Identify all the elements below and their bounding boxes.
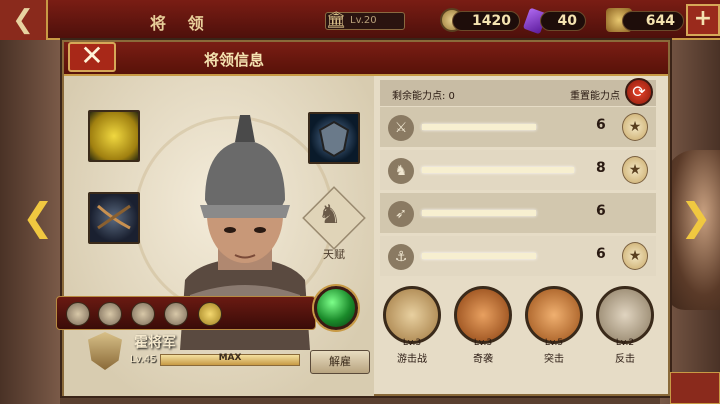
page-title: 将 领 — [150, 14, 212, 33]
stat-bar — [422, 124, 536, 130]
equipment-slot-medal[interactable] — [88, 110, 140, 162]
stat-row: ⚓ 6 ★ — [380, 236, 656, 276]
reset-points-label: 重置能力点 — [570, 91, 620, 102]
equipment-slot-crossbow[interactable] — [88, 192, 140, 244]
gem-slot-1[interactable] — [66, 302, 90, 326]
panel-header: ✕ 将领信息 — [64, 42, 668, 76]
exp-label: MAX — [218, 353, 242, 363]
stat-bar — [422, 253, 536, 259]
remaining-points: 剩余能力点: 0 — [392, 91, 455, 102]
stat-row: ➶ 6 — [380, 193, 656, 233]
crossbow-icon — [97, 204, 131, 230]
stat-value: 6 — [596, 117, 606, 133]
talent-label: 天赋 — [323, 248, 345, 261]
horse-icon: ♞ — [388, 158, 414, 184]
horse-head-icon: ♞ — [318, 200, 342, 230]
panel-title: 将领信息 — [204, 51, 265, 69]
skill-name: 游击战 — [397, 354, 427, 365]
skill-level: Lv.5 — [544, 338, 564, 348]
skill-level: Lv.3 — [473, 338, 493, 348]
skill-name: 突击 — [544, 354, 564, 365]
top-bar: ❮ 将 领 Lv.20 🏛 1420 40 644 + — [0, 0, 720, 40]
lock-icon[interactable] — [198, 302, 222, 326]
reset-points-button[interactable]: ⟳ — [625, 78, 653, 106]
refresh-icon: ⟳ — [632, 82, 646, 101]
stat-value: 6 — [596, 203, 606, 219]
skill-name: 反击 — [615, 354, 635, 365]
gem-slot-3[interactable] — [131, 302, 155, 326]
food-amount: 644 — [622, 11, 684, 31]
silver-amount: 1420 — [452, 11, 520, 31]
shield-icon — [318, 120, 350, 158]
anchor-icon: ⚓ — [388, 244, 414, 270]
building-icon: 🏛 — [326, 10, 347, 29]
skill-level: Lv.3 — [402, 338, 422, 348]
star-upgrade-icon[interactable]: ★ — [622, 242, 648, 270]
gem-slot-2[interactable] — [98, 302, 122, 326]
skill-icon[interactable] — [596, 286, 654, 344]
equipment-slot-shield[interactable] — [308, 112, 360, 164]
close-button[interactable]: ✕ — [68, 42, 116, 72]
skill-level: Lv.2 — [615, 338, 635, 348]
star-upgrade-icon[interactable]: ★ — [622, 113, 648, 141]
general-name: 霍将军 — [134, 335, 176, 351]
general-level: Lv.45 — [130, 354, 157, 365]
stat-bar — [422, 167, 574, 173]
dismiss-button[interactable]: 解雇 — [310, 350, 370, 374]
sword-icon: ⚔ — [388, 115, 414, 141]
stat-bar — [422, 210, 536, 216]
stat-row: ♞ 8 ★ — [380, 150, 656, 190]
stat-value: 8 — [596, 160, 606, 176]
back-button[interactable]: ❮ — [0, 0, 48, 40]
gem-amount: 40 — [540, 11, 586, 31]
stat-row: ⚔ 6 ★ — [380, 107, 656, 147]
green-gem-icon[interactable] — [314, 286, 358, 330]
skill-name: 奇袭 — [473, 354, 493, 365]
stat-value: 6 — [596, 246, 606, 262]
add-resource-button[interactable]: + — [686, 4, 720, 36]
previous-general-arrow-icon[interactable]: ❮ — [22, 195, 54, 239]
skill-icon[interactable] — [525, 286, 583, 344]
gem-slot-4[interactable] — [164, 302, 188, 326]
bottom-right-button[interactable] — [670, 372, 720, 404]
next-general-arrow-icon[interactable]: ❯ — [680, 195, 712, 239]
skill-icon[interactable] — [383, 286, 441, 344]
star-upgrade-icon[interactable]: ★ — [622, 156, 648, 184]
skill-icon[interactable] — [454, 286, 512, 344]
back-arrow-icon: ❮ — [12, 5, 34, 35]
bow-icon: ➶ — [388, 201, 414, 227]
